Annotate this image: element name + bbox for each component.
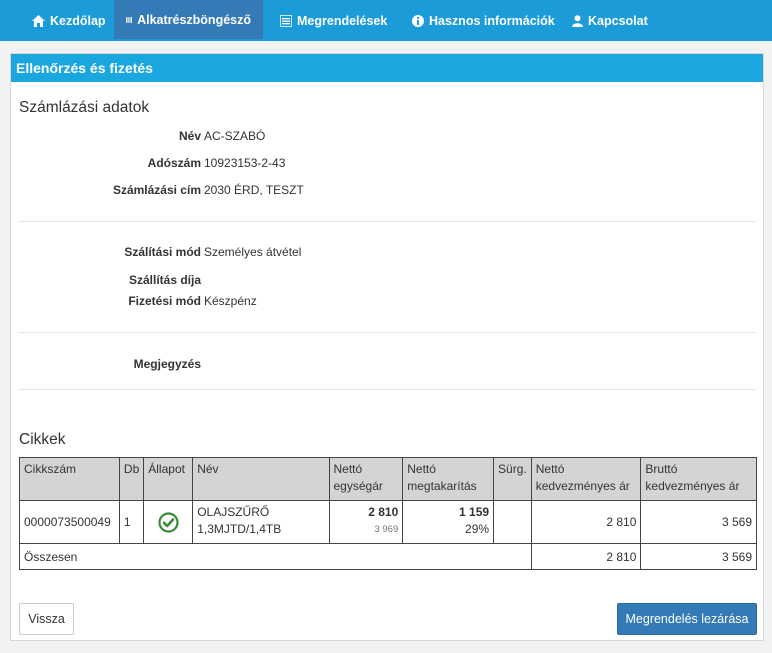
saving-percent: 29%	[465, 522, 490, 536]
barcode-icon	[126, 16, 133, 23]
shipping-fee-label: Szállítás díja	[128, 273, 201, 287]
check-circle-icon	[158, 511, 179, 533]
cell-qty: 1	[118, 500, 145, 544]
billing-tax-row: Adószám	[11, 155, 201, 171]
items-section-title: Cikkek	[19, 431, 66, 448]
payment-mode-value: Készpénz	[204, 294, 257, 308]
shipping-mode-row: Szálítási mód	[11, 244, 201, 260]
panel-title: Ellenőrzés és fizetés	[11, 54, 763, 82]
nav-item-contact[interactable]: Kapcsolat	[560, 0, 660, 41]
col-header-net-discounted[interactable]: Nettó kedvezményes ár	[530, 457, 642, 501]
nav-item-home[interactable]: Kezdőlap	[20, 0, 118, 41]
col-header-name[interactable]: Név	[192, 457, 330, 501]
total-net: 2 810	[530, 543, 642, 570]
col-header-net-saving[interactable]: Nettó megtakarítás	[402, 457, 495, 501]
shipping-fee-row: Szállítás díja	[11, 272, 201, 288]
cell-status	[143, 500, 194, 544]
top-navbar: Kezdőlap Alkatrészböngésző Megrendelések…	[0, 0, 772, 41]
net-unit-price: 2 810	[368, 505, 399, 519]
cell-urgent	[493, 500, 532, 544]
col-header-sku[interactable]: Cikkszám	[19, 457, 120, 501]
payment-mode-label: Fizetési mód	[128, 294, 201, 308]
col-header-urgent[interactable]: Sürg.	[493, 457, 532, 501]
col-header-net-unit-price[interactable]: Nettó egységár	[328, 457, 404, 501]
col-header-gross-discounted[interactable]: Bruttó kedvezményes ár	[640, 457, 757, 501]
col-header-status[interactable]: Állapot	[143, 457, 194, 501]
total-label: Összesen	[19, 543, 532, 570]
billing-address-value: 2030 ÉRD, TESZT	[204, 183, 304, 197]
note-label: Megjegyzés	[133, 357, 201, 371]
divider	[19, 332, 756, 333]
billing-address-row: Számlázási cím	[11, 182, 201, 198]
divider	[19, 221, 756, 222]
cell-name: OLAJSZŰRŐ 1,3MJTD/1,4TB	[192, 500, 330, 544]
cell-sku: 0000073500049	[19, 500, 120, 544]
nav-item-label: Megrendelések	[297, 13, 388, 28]
back-button[interactable]: Vissza	[19, 603, 74, 635]
billing-name-label: Név	[178, 129, 201, 143]
nav-item-label: Kapcsolat	[588, 13, 648, 28]
saving-amount: 1 159	[459, 505, 490, 519]
info-icon	[412, 14, 424, 27]
items-table: Cikkszám Db Állapot Név Nettó egységár Ne…	[19, 457, 757, 570]
total-gross: 3 569	[640, 543, 757, 570]
shipping-mode-label: Szálítási mód	[124, 245, 201, 259]
user-icon	[572, 14, 583, 27]
home-icon	[32, 14, 45, 27]
billing-address-label: Számlázási cím	[112, 183, 201, 197]
cell-net-discounted: 2 810	[530, 500, 642, 544]
nav-item-orders[interactable]: Megrendelések	[268, 0, 399, 41]
list-icon	[280, 14, 292, 27]
cell-net-unit-price: 2 810 3 969	[328, 500, 404, 544]
table-row: 0000073500049 1 OLAJSZŰRŐ 1,3MJTD/1,4TB …	[19, 500, 757, 544]
item-name: OLAJSZŰRŐ	[197, 505, 270, 519]
divider	[19, 389, 756, 390]
billing-tax-value: 10923153-2-43	[204, 156, 286, 170]
checkout-panel: Ellenőrzés és fizetés Számlázási adatok …	[10, 53, 764, 641]
cell-gross-discounted: 3 569	[640, 500, 757, 544]
billing-name-value: AC-SZABÓ	[204, 129, 266, 143]
shipping-mode-value: Személyes átvétel	[204, 245, 302, 259]
cell-net-saving: 1 159 29%	[402, 500, 495, 544]
table-header-row: Cikkszám Db Állapot Név Nettó egységár Ne…	[19, 457, 757, 501]
nav-item-label: Alkatrészböngésző	[137, 12, 251, 27]
nav-item-parts-browser[interactable]: Alkatrészböngésző	[114, 0, 263, 39]
total-row: Összesen 2 810 3 569	[19, 543, 757, 570]
billing-tax-label: Adószám	[147, 156, 201, 170]
col-header-qty[interactable]: Db	[118, 457, 145, 501]
note-row: Megjegyzés	[11, 356, 201, 372]
item-spec: 1,3MJTD/1,4TB	[197, 522, 282, 536]
original-price: 3 969	[374, 524, 399, 535]
payment-mode-row: Fizetési mód	[11, 293, 201, 309]
nav-item-label: Kezdőlap	[50, 13, 106, 28]
nav-item-useful-info[interactable]: Hasznos információk	[400, 0, 567, 41]
nav-item-label: Hasznos információk	[429, 13, 555, 28]
billing-section-title: Számlázási adatok	[19, 99, 150, 116]
submit-order-button[interactable]: Megrendelés lezárása	[617, 603, 757, 635]
billing-name-row: Név	[11, 128, 201, 144]
